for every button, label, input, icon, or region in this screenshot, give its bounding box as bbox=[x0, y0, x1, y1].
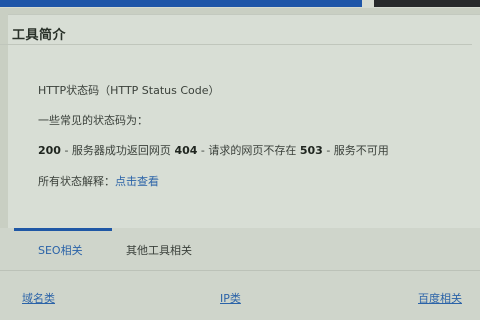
status-desc-200: - 服务器成功返回网页 bbox=[60, 144, 175, 157]
common-codes-line: 200 - 服务器成功返回网页 404 - 请求的网页不存在 503 - 服务不… bbox=[38, 142, 389, 158]
intro-text: HTTP状态码（HTTP Status Code） bbox=[38, 84, 220, 97]
panel-divider bbox=[0, 44, 472, 45]
status-code-404: 404 bbox=[174, 144, 198, 157]
all-codes-line: 所有状态解释：点击查看 bbox=[38, 173, 159, 189]
category-ip[interactable]: IP类 bbox=[220, 290, 241, 306]
common-codes-label: 一些常见的状态码为： bbox=[38, 114, 148, 127]
status-desc-404: - 请求的网页不存在 bbox=[197, 144, 300, 157]
all-codes-label: 所有状态解释： bbox=[38, 175, 115, 188]
tab-other-tools[interactable]: 其他工具相关 bbox=[126, 242, 192, 258]
tabs-divider bbox=[0, 270, 480, 271]
top-nav-bar bbox=[0, 0, 362, 7]
status-code-200: 200 bbox=[38, 144, 61, 157]
tabs-area: SEO相关 其他工具相关 域名类 IP类 百度相关 bbox=[0, 228, 480, 320]
active-tab-indicator bbox=[14, 228, 112, 231]
category-baidu[interactable]: 百度相关 bbox=[418, 290, 462, 306]
view-all-link[interactable]: 点击查看 bbox=[115, 175, 159, 188]
category-domain[interactable]: 域名类 bbox=[22, 290, 55, 306]
status-code-503: 503 bbox=[299, 144, 323, 157]
tab-seo[interactable]: SEO相关 bbox=[38, 242, 83, 258]
status-desc-503: - 服务不可用 bbox=[322, 144, 389, 157]
top-nav-bar-right bbox=[374, 0, 480, 7]
panel-title: 工具简介 bbox=[12, 28, 67, 43]
